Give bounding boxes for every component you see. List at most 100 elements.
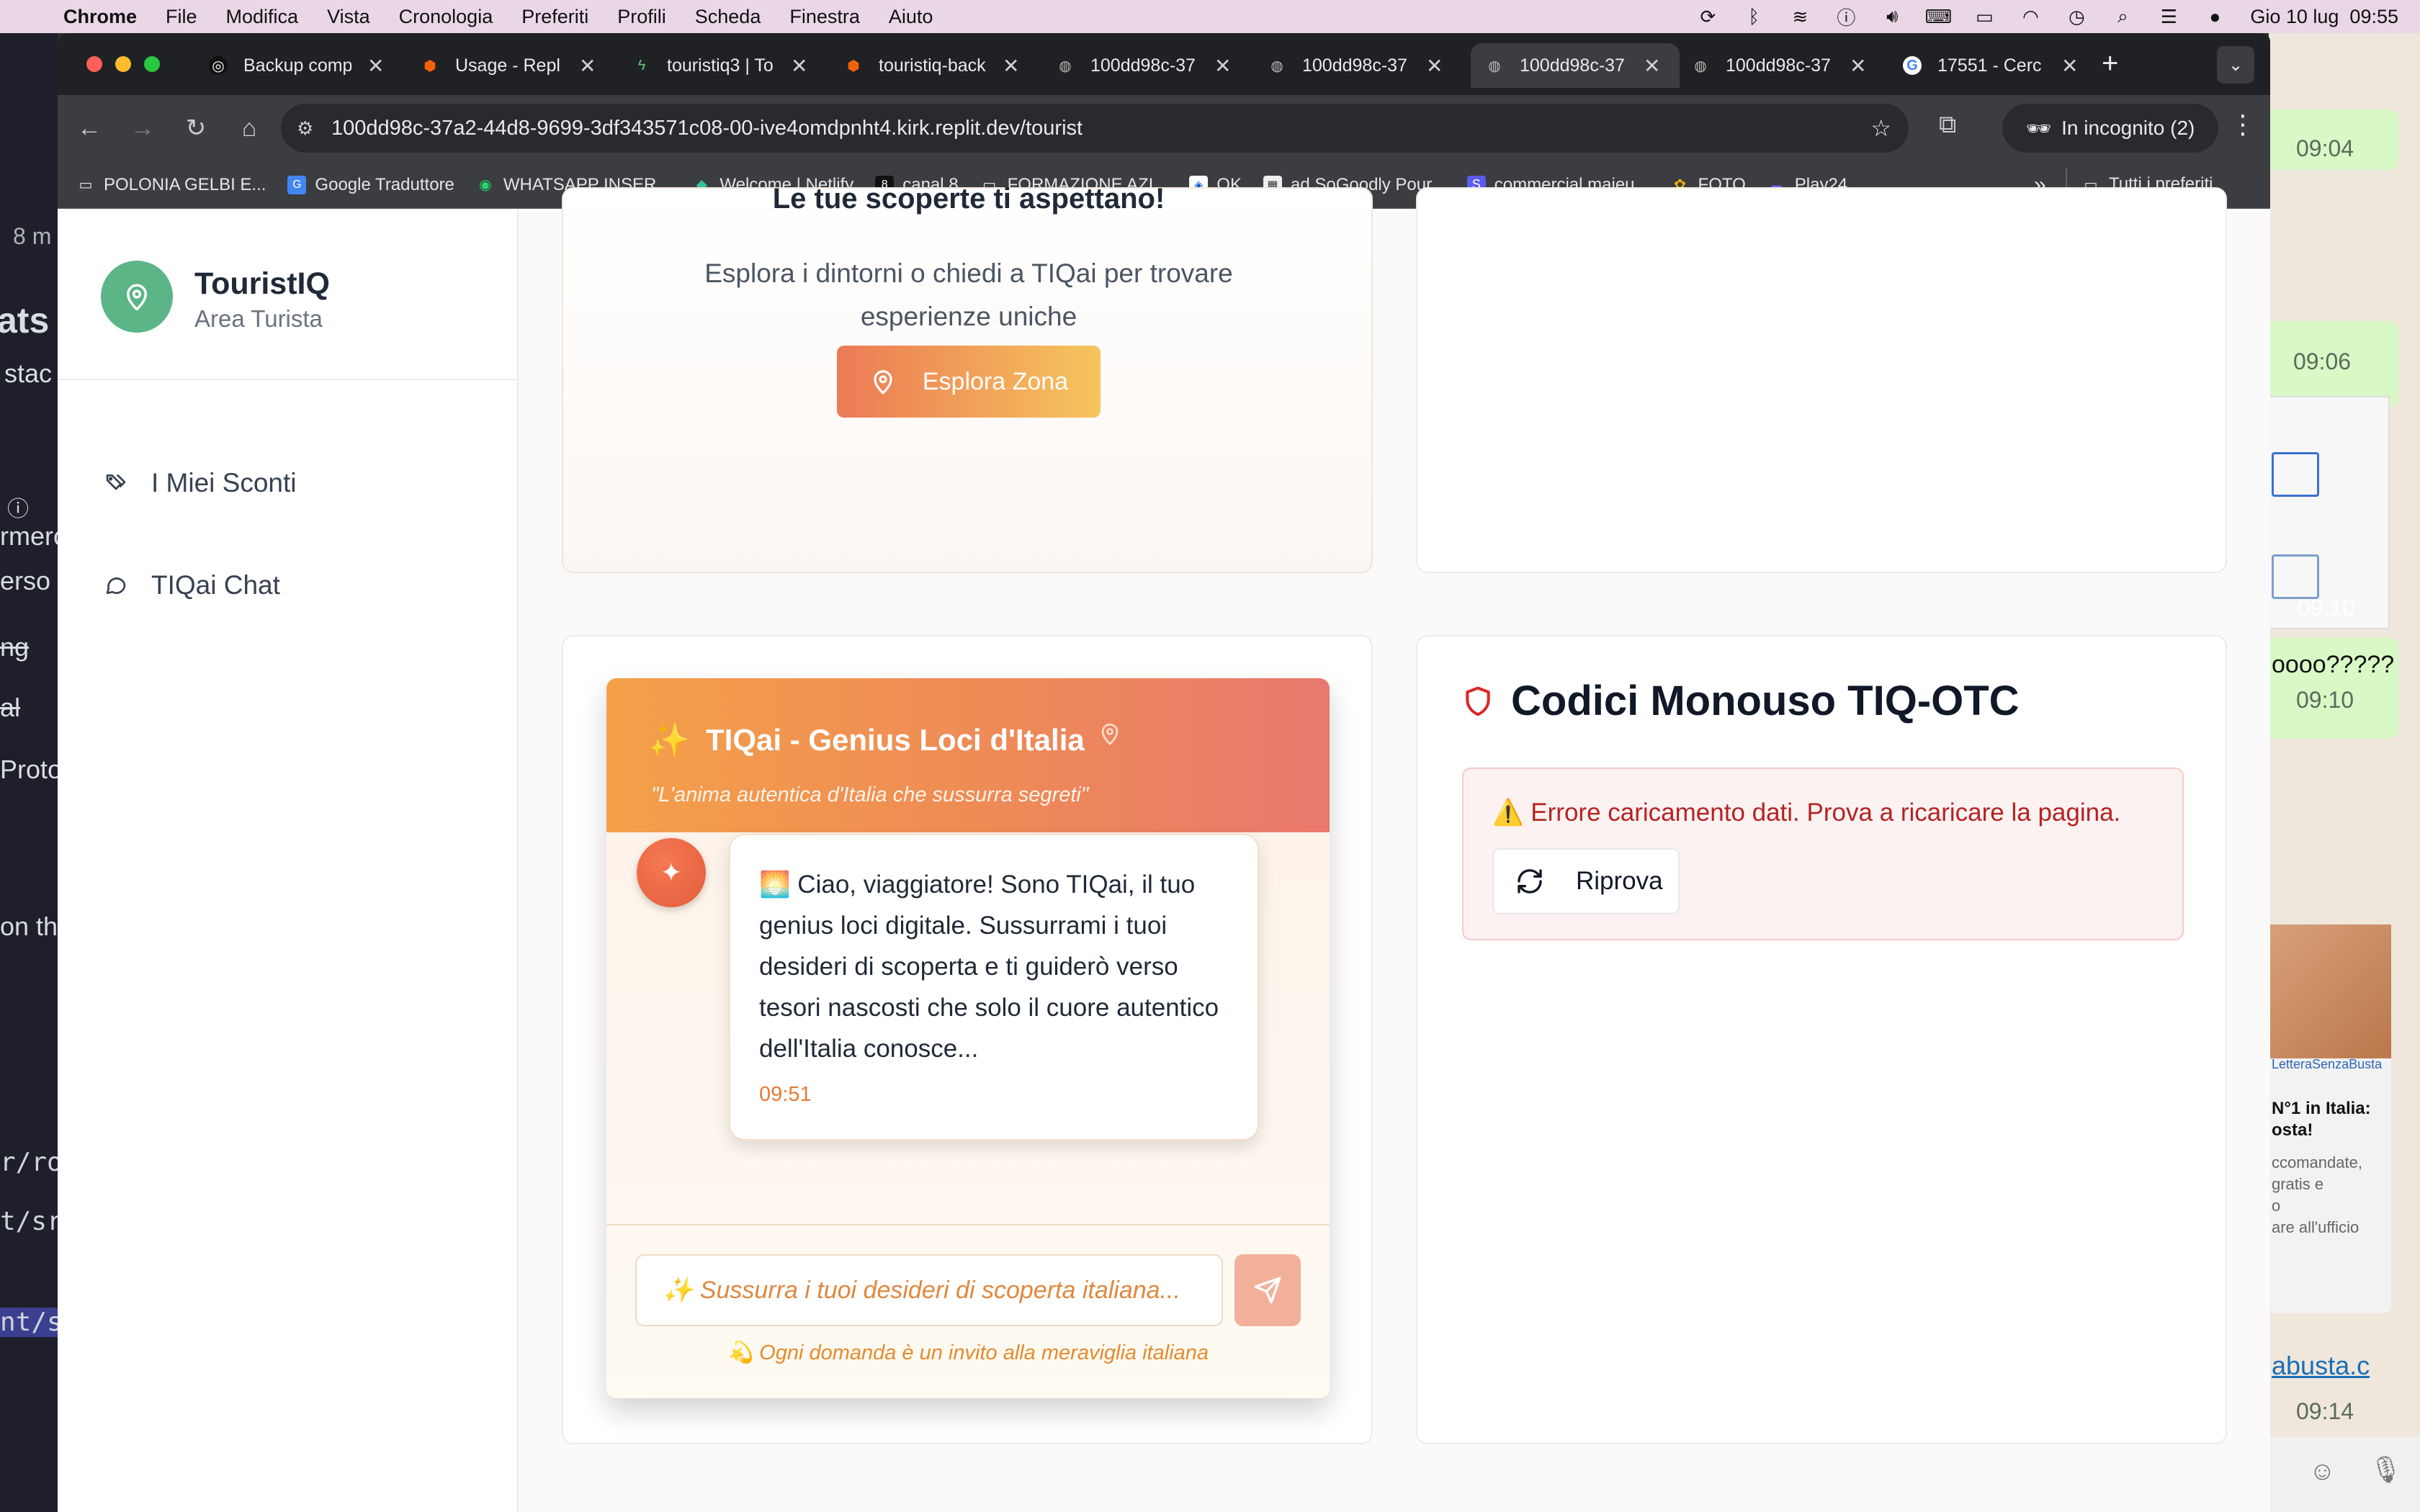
globe-icon: ◍: [1694, 58, 1707, 74]
extensions-icon[interactable]: ⧉: [1939, 111, 1956, 139]
time-machine-icon[interactable]: ◷: [2066, 6, 2087, 27]
bolt-icon: ϟ: [637, 57, 646, 73]
otc-card: Codici Monouso TIQ-OTC ⚠️ Errore caricam…: [1416, 635, 2227, 1444]
spotlight-icon[interactable]: ⌕: [2112, 5, 2133, 27]
tab-touristiq-back[interactable]: ⬢ touristiq-back ✕: [830, 43, 1019, 88]
menu-scheda[interactable]: Scheda: [695, 6, 761, 28]
chat-divider: [606, 1224, 1330, 1225]
tab-title: touristiq-back: [879, 55, 986, 76]
tab-replit-dev-1[interactable]: ◍ 100dd98c-37 ✕: [1041, 43, 1231, 88]
bookmark-folder[interactable]: ▭ POLONIA GELBI E...: [76, 175, 266, 195]
menu-kebab-icon[interactable]: ⋮: [2230, 109, 2256, 140]
menu-profili[interactable]: Profili: [617, 6, 666, 28]
whatsapp-icon: ◉: [479, 177, 492, 193]
close-tab-icon[interactable]: ✕: [791, 54, 807, 78]
maximize-window-button[interactable]: [144, 56, 160, 72]
bg-text: on the: [0, 912, 58, 941]
siri-icon[interactable]: ●: [2204, 6, 2226, 27]
incognito-icon: 🕶︎: [2025, 117, 2052, 140]
map-pin-icon: [1098, 721, 1122, 750]
sidebar-item-label: I Miei Sconti: [151, 468, 297, 498]
chat-header: ✨ TIQai - Genius Loci d'Italia "L'anima …: [606, 678, 1330, 832]
tab-search-button[interactable]: ⌄: [2217, 46, 2254, 84]
tab-touristiq3[interactable]: ϟ touristiq3 | To ✕: [618, 43, 808, 88]
address-bar[interactable]: ⚙ 100dd98c-37a2-44d8-9699-3df343571c08-0…: [281, 104, 1909, 153]
tab-replit-dev-2[interactable]: ◍ 100dd98c-37 ✕: [1253, 43, 1443, 88]
menu-finestra[interactable]: Finestra: [789, 6, 860, 28]
new-tab-button[interactable]: +: [2102, 48, 2118, 80]
browser-toolbar: ← → ↻ ⌂ ⚙ 100dd98c-37a2-44d8-9699-3df343…: [58, 95, 2270, 161]
tab-usage[interactable]: ⬢ Usage - Repl ✕: [406, 43, 596, 88]
bookmark-star-icon[interactable]: ☆: [1870, 114, 1891, 142]
bg-text: nt/s: [0, 1308, 58, 1337]
close-tab-icon[interactable]: ✕: [1850, 54, 1866, 78]
tab-backup[interactable]: ◎ Backup comp ✕: [194, 43, 384, 88]
send-button[interactable]: [1234, 1254, 1301, 1326]
tab-title: 100dd98c-37: [1520, 55, 1625, 76]
site-info-icon[interactable]: ⚙: [297, 117, 313, 140]
ad-title: osta!: [2272, 1120, 2313, 1140]
battery-icon[interactable]: ▭: [1973, 6, 1995, 27]
close-tab-icon[interactable]: ✕: [1214, 54, 1231, 78]
activity-icon[interactable]: ≋: [1789, 6, 1811, 27]
back-icon[interactable]: ←: [68, 107, 111, 150]
forward-icon[interactable]: →: [121, 107, 164, 150]
explore-zone-button[interactable]: Esplora Zona: [837, 346, 1101, 418]
bookmark-label: POLONIA GELBI E...: [104, 174, 266, 194]
bg-text: Proto: [0, 755, 58, 784]
home-icon[interactable]: ⌂: [228, 107, 271, 150]
tab-title: 17551 - Cerc: [1937, 55, 2042, 76]
accessibility-icon[interactable]: ⓘ: [1835, 7, 1857, 29]
tab-replit-dev-active[interactable]: ◍ 100dd98c-37 ✕: [1471, 43, 1680, 88]
close-tab-icon[interactable]: ✕: [1426, 54, 1443, 78]
volume-icon[interactable]: 🔊︎: [1881, 5, 1903, 27]
bookmark-item[interactable]: G Google Traduttore: [287, 175, 454, 195]
bluetooth-icon[interactable]: ᛒ: [1743, 6, 1765, 27]
globe-icon: ◍: [1270, 58, 1283, 74]
retry-button[interactable]: Riprova: [1492, 848, 1680, 914]
link-preview[interactable]: LetteraSenzaBusta N°1 in Italia: osta! c…: [2269, 924, 2391, 1313]
link-text[interactable]: abusta.c: [2272, 1351, 2370, 1381]
close-tab-icon[interactable]: ✕: [367, 54, 384, 78]
reload-icon[interactable]: ↻: [174, 107, 218, 150]
sidebar-item-sconti[interactable]: I Miei Sconti: [102, 468, 297, 498]
emoji-icon[interactable]: ☺: [2309, 1456, 2336, 1486]
bg-text: 8 m: [13, 223, 52, 249]
chat-input[interactable]: ✨ Sussurra i tuoi desideri di scoperta i…: [635, 1254, 1223, 1326]
sidebar-item-chat[interactable]: TIQai Chat: [102, 570, 280, 600]
keyboard-icon[interactable]: ⌨: [1925, 6, 1953, 27]
menu-file[interactable]: File: [166, 6, 197, 28]
bg-text: rmerc: [0, 521, 58, 551]
message-time: 09:51: [759, 1083, 812, 1106]
microphone-icon[interactable]: 🎙︎: [2370, 1454, 2403, 1485]
menu-modifica[interactable]: Modifica: [226, 6, 299, 28]
info-icon: ⓘ: [7, 498, 29, 521]
bg-text: r/ro: [0, 1148, 58, 1177]
control-center-icon[interactable]: ☰: [2158, 6, 2179, 27]
tab-strip: ◎ Backup comp ✕ ⬢ Usage - Repl ✕ ϟ touristiq3…: [58, 33, 2270, 95]
tab-replit-dev-4[interactable]: ◍ 100dd98c-37 ✕: [1677, 43, 1866, 88]
close-tab-icon[interactable]: ✕: [1003, 54, 1019, 78]
otc-title: Codici Monouso TIQ-OTC: [1511, 678, 2020, 724]
replit-icon: ⬢: [847, 58, 860, 74]
incognito-badge[interactable]: 🕶︎ In incognito (2): [2002, 104, 2218, 153]
close-tab-icon[interactable]: ✕: [1644, 54, 1660, 78]
close-window-button[interactable]: [86, 56, 102, 72]
menu-aiuto[interactable]: Aiuto: [889, 6, 933, 28]
sync-icon[interactable]: ⟳: [1697, 6, 1718, 27]
menu-vista[interactable]: Vista: [327, 6, 370, 28]
menu-cronologia[interactable]: Cronologia: [399, 6, 493, 28]
wifi-icon[interactable]: ◠: [2020, 6, 2041, 27]
explore-zone-label: Esplora Zona: [922, 367, 1069, 395]
menubar-clock[interactable]: Gio 10 lug 09:55: [2250, 6, 2398, 28]
close-tab-icon[interactable]: ✕: [579, 54, 596, 78]
tab-title: touristiq3 | To: [667, 55, 774, 76]
tab-google-search[interactable]: G 17551 - Cerc ✕: [1888, 43, 2078, 88]
minimize-window-button[interactable]: [115, 56, 131, 72]
close-tab-icon[interactable]: ✕: [2061, 54, 2078, 78]
menu-app[interactable]: Chrome: [63, 6, 137, 28]
chat-subtitle: "L'anima autentica d'Italia che sussurra…: [651, 783, 1089, 806]
bot-avatar: ✦: [637, 838, 706, 907]
menu-preferiti[interactable]: Preferiti: [521, 6, 588, 28]
tab-title: 100dd98c-37: [1302, 55, 1407, 76]
